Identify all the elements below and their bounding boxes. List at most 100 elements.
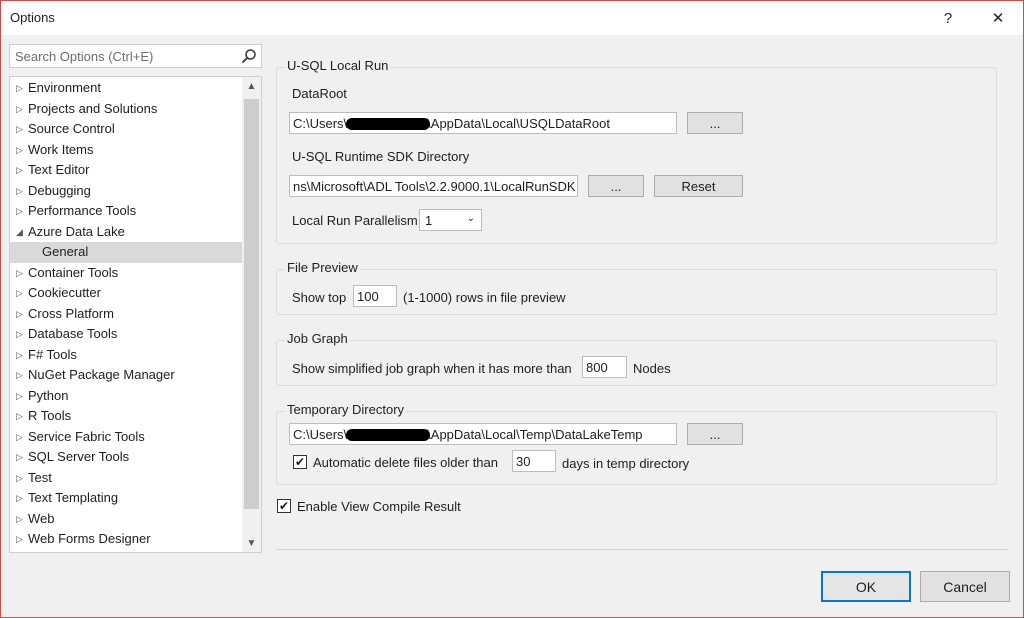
tree-item-service-fabric-tools[interactable]: ▷ Service Fabric Tools [10, 427, 242, 448]
tree-item-cookiecutter[interactable]: ▷ Cookiecutter [10, 283, 242, 304]
auto-delete-label: Automatic delete files older than [313, 455, 498, 470]
tree-item-work-items[interactable]: ▷ Work Items [10, 140, 242, 161]
file-preview-title: File Preview [285, 260, 360, 275]
sdk-browse-button[interactable]: ... [588, 175, 644, 197]
reset-button[interactable]: Reset [654, 175, 743, 197]
tree-item-label: SQL Server Tools [28, 449, 130, 464]
tree-item-container-tools[interactable]: ▷ Container Tools [10, 263, 242, 284]
dataroot-input[interactable]: C:\Users\ \AppData\Local\USQLDataRoot [289, 112, 677, 134]
collapsed-arrow-icon[interactable]: ▷ [16, 427, 26, 447]
tree-item-label: Python [28, 387, 69, 403]
tree-item-database-tools[interactable]: ▷ Database Tools [10, 324, 242, 345]
collapsed-arrow-icon[interactable]: ▷ [16, 181, 26, 201]
collapsed-arrow-icon[interactable]: ▷ [16, 119, 26, 139]
tree-item-label: Work Items [28, 141, 94, 157]
parallelism-select[interactable]: 1 ⌄ [419, 209, 482, 231]
redaction-mark [346, 429, 430, 441]
close-button[interactable]: ✕ [975, 1, 1021, 35]
ok-button[interactable]: OK [821, 571, 911, 602]
collapsed-arrow-icon[interactable]: ▷ [16, 160, 26, 180]
tree-item-label: Environment [28, 80, 101, 95]
temp-path-suffix: \AppData\Local\Temp\DataLakeTemp [427, 427, 643, 442]
rows-input[interactable]: 100 [353, 285, 397, 307]
tree-item-web-forms-designer[interactable]: ▷ Web Forms Designer [10, 529, 242, 550]
tree-item-label: Azure Data Lake [28, 223, 125, 239]
tree-item-text-editor[interactable]: ▷ Text Editor [10, 160, 242, 181]
collapsed-arrow-icon[interactable]: ▷ [16, 263, 26, 283]
collapsed-arrow-icon[interactable]: ▷ [16, 447, 26, 467]
collapsed-arrow-icon[interactable]: ▷ [16, 365, 26, 385]
sdk-directory-value: ns\Microsoft\ADL Tools\2.2.9000.1\LocalR… [293, 179, 576, 194]
tree-item-performance-tools[interactable]: ▷ Performance Tools [10, 201, 242, 222]
tree-item-nuget-package-manager[interactable]: ▷ NuGet Package Manager [10, 365, 242, 386]
help-button[interactable]: ? [925, 1, 971, 35]
auto-delete-checkbox[interactable]: ✔ [293, 455, 307, 469]
dataroot-browse-button[interactable]: ... [687, 112, 743, 134]
days-value: 30 [516, 454, 531, 469]
tree-item-web[interactable]: ▷ Web [10, 509, 242, 530]
parallelism-label: Local Run Parallelism [292, 213, 418, 228]
tree-item-label: Debugging [28, 182, 91, 198]
collapsed-arrow-icon[interactable]: ▷ [16, 78, 26, 98]
tree-item-environment[interactable]: ▷ Environment [10, 78, 242, 99]
tree-item-text-templating[interactable]: ▷ Text Templating [10, 488, 242, 509]
job-graph-title: Job Graph [285, 331, 350, 346]
job-graph-label: Show simplified job graph when it has mo… [292, 361, 572, 376]
tree-item-projects-and-solutions[interactable]: ▷ Projects and Solutions [10, 99, 242, 120]
search-placeholder: Search Options (Ctrl+E) [15, 49, 154, 64]
usql-group-title: U-SQL Local Run [285, 58, 391, 73]
tree-item-label: Source Control [28, 121, 115, 136]
tree-item-cross-platform[interactable]: ▷ Cross Platform [10, 304, 242, 325]
usql-local-run-group: U-SQL Local Run DataRoot C:\Users\ \AppDa… [276, 58, 997, 244]
days-suffix-label: days in temp directory [562, 456, 690, 471]
options-tree[interactable]: ▷ Environment ▷ Projects and Solutions ▷ Sour… [9, 76, 262, 553]
collapsed-arrow-icon[interactable]: ▷ [16, 406, 26, 426]
days-input[interactable]: 30 [512, 450, 556, 472]
tree-scrollbar[interactable]: ▲ ▼ [242, 77, 261, 552]
collapsed-arrow-icon[interactable]: ▷ [16, 345, 26, 365]
nodes-input[interactable]: 800 [582, 356, 627, 378]
temp-directory-input[interactable]: C:\Users\ \AppData\Local\Temp\DataLakeTem… [289, 423, 677, 445]
tree-item-label: Text Editor [28, 162, 90, 177]
collapsed-arrow-icon[interactable]: ▷ [16, 488, 26, 508]
tree-item-sql-server-tools[interactable]: ▷ SQL Server Tools [10, 447, 242, 468]
collapsed-arrow-icon[interactable]: ▷ [16, 201, 26, 221]
tree-item-debugging[interactable]: ▷ Debugging [10, 181, 242, 202]
collapsed-arrow-icon[interactable]: ▷ [16, 140, 26, 160]
temp-browse-button[interactable]: ... [687, 423, 743, 445]
collapsed-arrow-icon[interactable]: ▷ [16, 468, 26, 488]
scroll-down-icon[interactable]: ▼ [242, 534, 261, 552]
tree-item-python[interactable]: ▷ Python [10, 386, 242, 407]
search-input[interactable]: Search Options (Ctrl+E) [9, 44, 262, 68]
scroll-thumb[interactable] [244, 99, 259, 509]
tree-item-azure-data-lake[interactable]: ◢ Azure Data Lake [10, 222, 242, 243]
collapsed-arrow-icon[interactable]: ▷ [16, 509, 26, 529]
collapsed-arrow-icon[interactable]: ▷ [16, 283, 26, 303]
collapsed-arrow-icon[interactable]: ▷ [16, 529, 26, 549]
tree-item-label: Service Fabric Tools [28, 428, 145, 444]
sdk-directory-input[interactable]: ns\Microsoft\ADL Tools\2.2.9000.1\LocalR… [289, 175, 578, 197]
tree-item-label: General [42, 244, 89, 259]
tree-item-f-tools[interactable]: ▷ F# Tools [10, 345, 242, 366]
tree-item-general[interactable]: General [10, 242, 242, 263]
tree-item-label: Text Templating [28, 490, 119, 505]
rows-value: 100 [357, 289, 379, 304]
tree-item-source-control[interactable]: ▷ Source Control [10, 119, 242, 140]
window-title: Options [10, 10, 55, 25]
title-bar: Options ? ✕ [1, 1, 1023, 35]
dataroot-label: DataRoot [292, 86, 347, 101]
chevron-down-icon: ⌄ [466, 213, 475, 224]
collapsed-arrow-icon[interactable]: ▷ [16, 386, 26, 406]
collapsed-arrow-icon[interactable]: ▷ [16, 324, 26, 344]
search-icon[interactable] [241, 48, 257, 64]
expanded-arrow-icon[interactable]: ◢ [16, 222, 26, 242]
scroll-up-icon[interactable]: ▲ [242, 77, 261, 95]
tree-item-label: Web Forms Designer [28, 531, 151, 546]
tree-item-test[interactable]: ▷ Test [10, 468, 242, 489]
compile-result-checkbox[interactable]: ✔ [277, 499, 291, 513]
collapsed-arrow-icon[interactable]: ▷ [16, 99, 26, 119]
collapsed-arrow-icon[interactable]: ▷ [16, 304, 26, 324]
tree-item-r-tools[interactable]: ▷ R Tools [10, 406, 242, 427]
cancel-button[interactable]: Cancel [920, 571, 1010, 602]
compile-result-label: Enable View Compile Result [297, 499, 461, 514]
